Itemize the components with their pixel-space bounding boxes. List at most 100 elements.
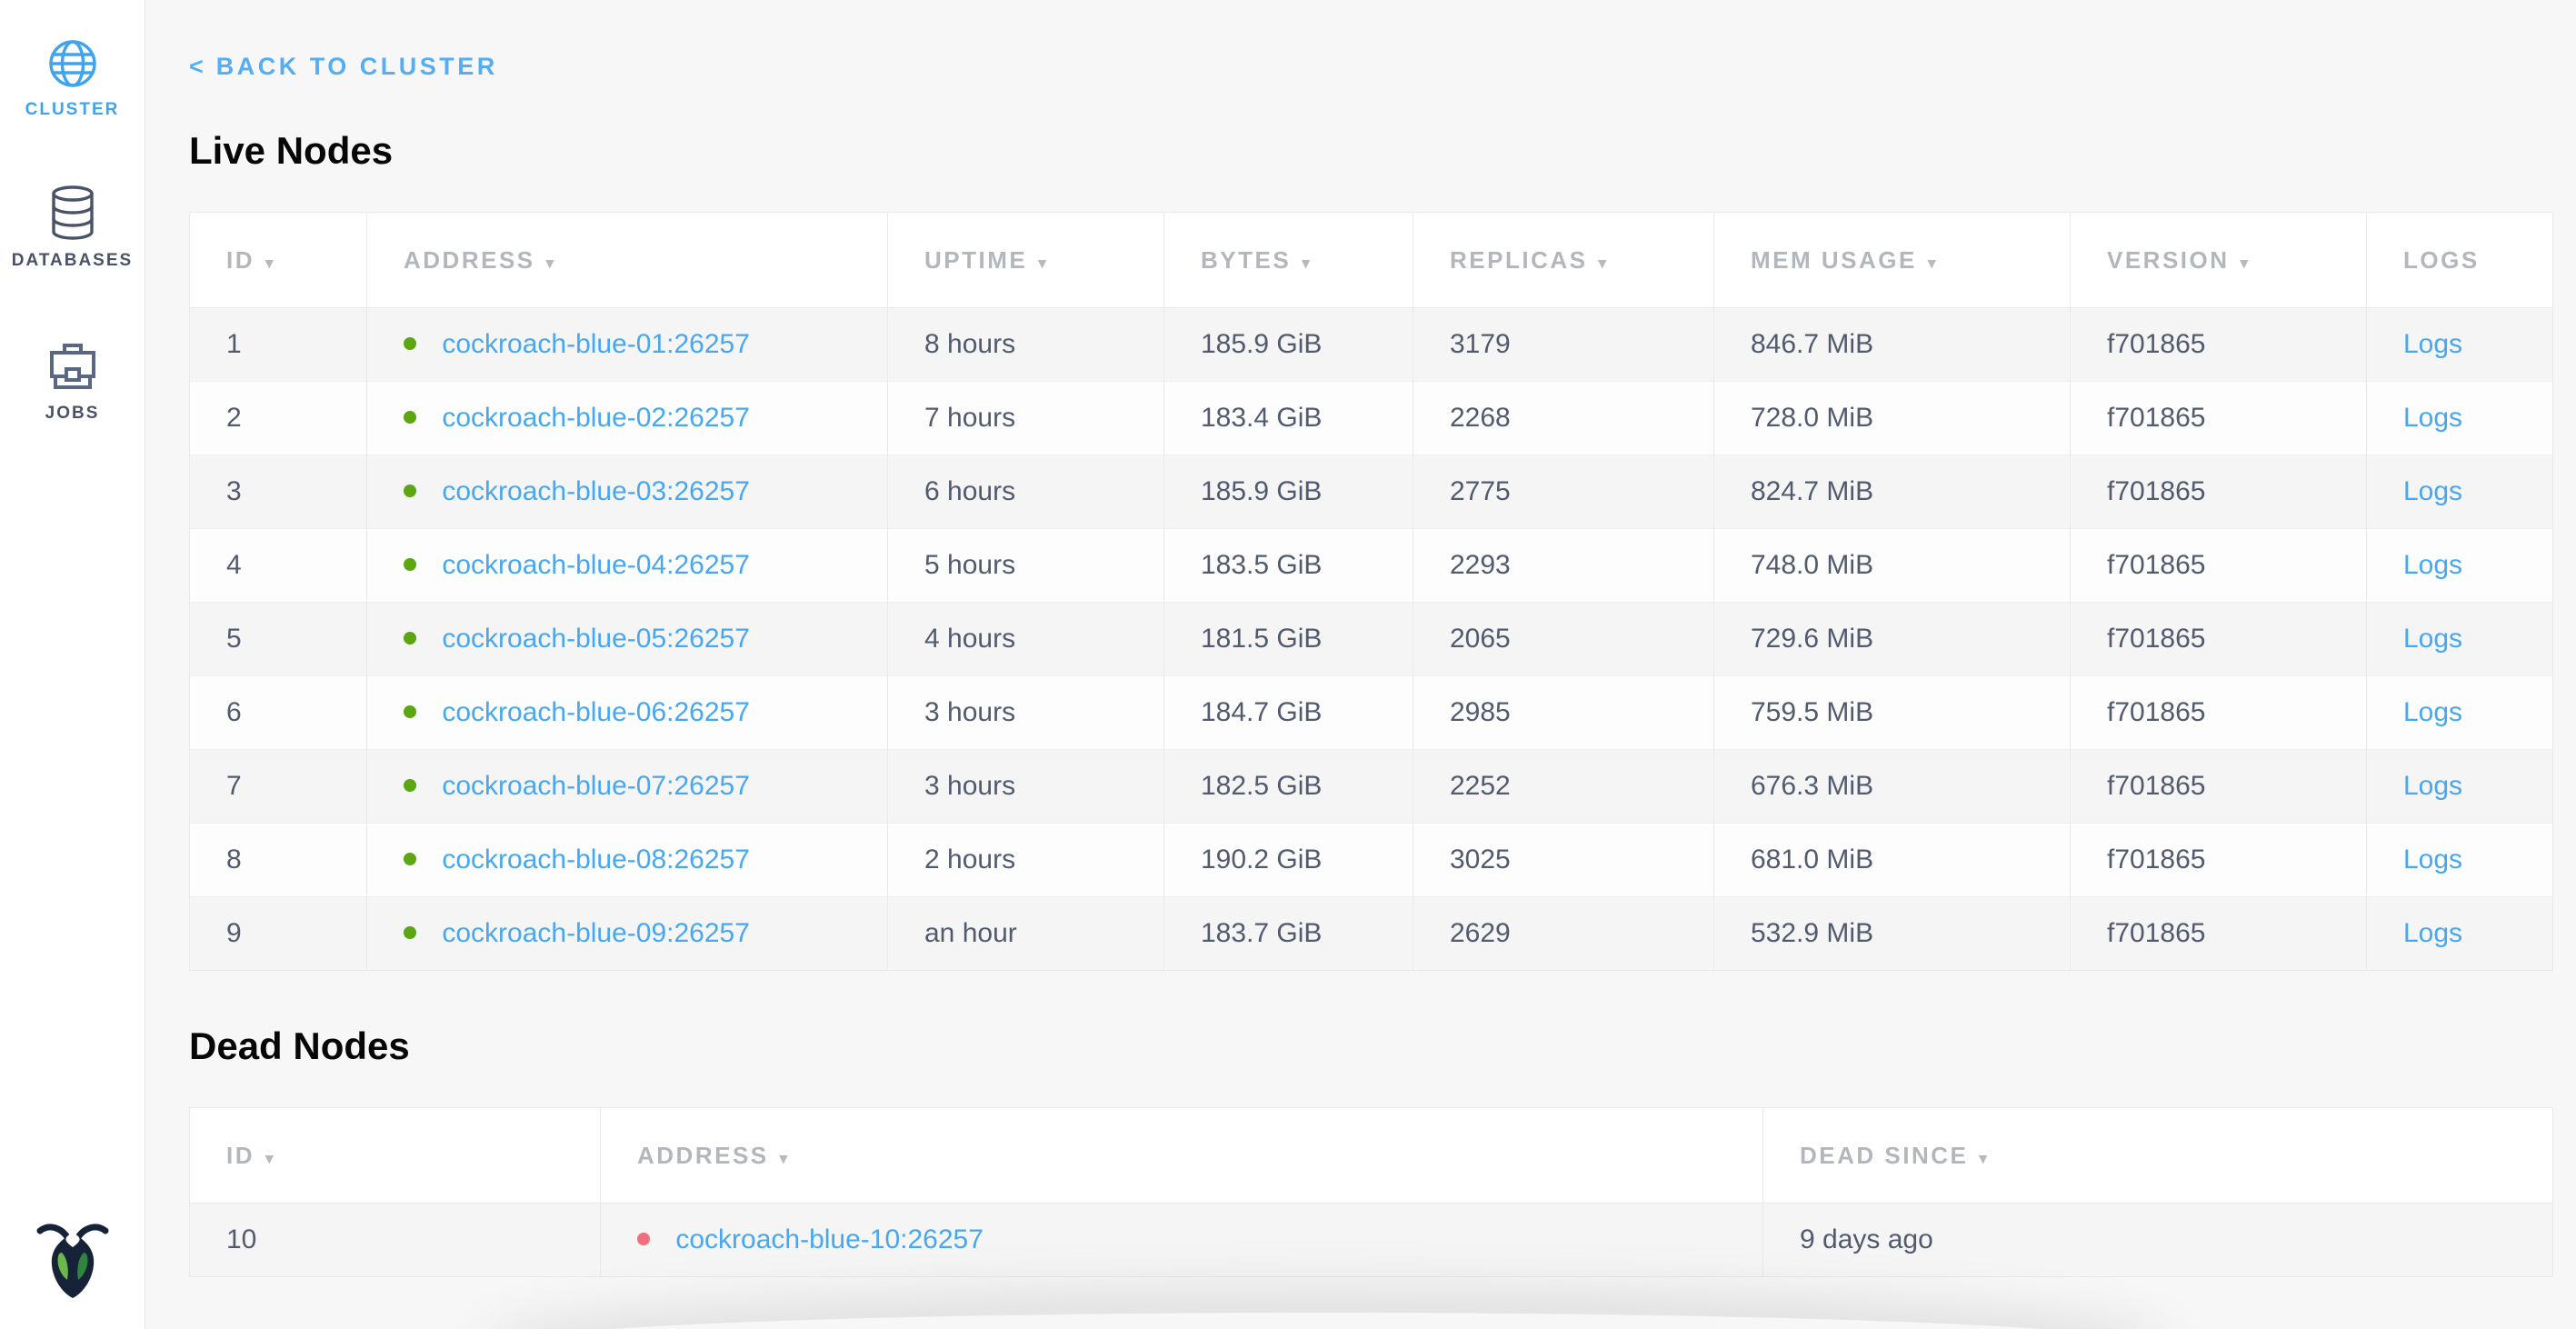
- node-id-cell: 4: [190, 529, 367, 603]
- node-logs-cell: Logs: [2367, 455, 2553, 529]
- node-address-link[interactable]: cockroach-blue-02:26257: [442, 403, 750, 433]
- node-address-cell: cockroach-blue-03:26257: [367, 455, 888, 529]
- node-bytes-cell: 181.5 GiB: [1164, 603, 1413, 676]
- node-logs-link[interactable]: Logs: [2403, 624, 2462, 654]
- column-header-address[interactable]: ADDRESS▾: [367, 213, 888, 308]
- column-header-uptime[interactable]: UPTIME▾: [888, 213, 1164, 308]
- node-address-link[interactable]: cockroach-blue-07:26257: [442, 771, 750, 801]
- sort-arrow-icon: ▾: [265, 255, 275, 272]
- node-logs-link[interactable]: Logs: [2403, 476, 2462, 506]
- node-version-cell: f701865: [2071, 603, 2367, 676]
- database-icon: [50, 185, 95, 240]
- node-mem-usage-cell: 846.7 MiB: [1714, 308, 2071, 382]
- node-uptime-cell: 5 hours: [888, 529, 1164, 603]
- sidebar-item-label: JOBS: [45, 404, 100, 424]
- node-version-cell: f701865: [2071, 382, 2367, 455]
- node-address-link[interactable]: cockroach-blue-08:26257: [442, 844, 750, 874]
- column-header-version[interactable]: VERSION▾: [2071, 213, 2367, 308]
- node-address-cell: cockroach-blue-02:26257: [367, 382, 888, 455]
- node-version-cell: f701865: [2071, 455, 2367, 529]
- node-replicas-cell: 2775: [1413, 455, 1714, 529]
- sidebar-item-cluster[interactable]: CLUSTER: [0, 0, 145, 120]
- node-logs-link[interactable]: Logs: [2403, 771, 2462, 801]
- main-content: <BACK TO CLUSTER Live Nodes ID▾ ADDRESS▾…: [145, 0, 2576, 1277]
- node-id-cell: 3: [190, 455, 367, 529]
- node-logs-link[interactable]: Logs: [2403, 403, 2462, 433]
- node-logs-cell: Logs: [2367, 529, 2553, 603]
- column-header-dead-since[interactable]: DEAD SINCE▾: [1763, 1108, 2553, 1204]
- column-header-id[interactable]: ID▾: [190, 213, 367, 308]
- node-logs-cell: Logs: [2367, 308, 2553, 382]
- node-logs-link[interactable]: Logs: [2403, 697, 2462, 727]
- live-nodes-title: Live Nodes: [189, 132, 2576, 170]
- node-address-cell: cockroach-blue-06:26257: [367, 676, 888, 750]
- node-id-cell: 1: [190, 308, 367, 382]
- back-link-label: BACK TO CLUSTER: [216, 53, 498, 80]
- column-header-id[interactable]: ID▾: [190, 1108, 601, 1204]
- node-logs-link[interactable]: Logs: [2403, 844, 2462, 874]
- node-live-status-dot: [404, 853, 416, 865]
- node-logs-link[interactable]: Logs: [2403, 918, 2462, 948]
- node-replicas-cell: 2065: [1413, 603, 1714, 676]
- sort-arrow-icon: ▾: [1928, 255, 1938, 272]
- back-to-cluster-link[interactable]: <BACK TO CLUSTER: [189, 53, 498, 81]
- node-live-status-dot: [404, 779, 416, 792]
- node-address-link[interactable]: cockroach-blue-04:26257: [442, 550, 750, 580]
- node-address-link[interactable]: cockroach-blue-01:26257: [442, 329, 750, 359]
- sidebar-item-databases[interactable]: DATABASES: [0, 120, 145, 271]
- node-uptime-cell: an hour: [888, 897, 1164, 971]
- live-node-row: 9 cockroach-blue-09:26257 an hour 183.7 …: [190, 897, 2553, 971]
- node-address-link[interactable]: cockroach-blue-06:26257: [442, 697, 750, 727]
- live-node-row: 4 cockroach-blue-04:26257 5 hours 183.5 …: [190, 529, 2553, 603]
- node-mem-usage-cell: 681.0 MiB: [1714, 824, 2071, 897]
- column-header-address[interactable]: ADDRESS▾: [601, 1108, 1763, 1204]
- live-node-row: 8 cockroach-blue-08:26257 2 hours 190.2 …: [190, 824, 2553, 897]
- column-header-replicas[interactable]: REPLICAS▾: [1413, 213, 1714, 308]
- column-header-mem-usage[interactable]: MEM USAGE▾: [1714, 213, 2071, 308]
- node-uptime-cell: 6 hours: [888, 455, 1164, 529]
- node-uptime-cell: 3 hours: [888, 750, 1164, 824]
- sort-arrow-icon: ▾: [1302, 255, 1312, 272]
- node-bytes-cell: 183.7 GiB: [1164, 897, 1413, 971]
- node-address-link[interactable]: cockroach-blue-09:26257: [442, 918, 750, 948]
- sidebar-item-jobs[interactable]: JOBS: [0, 271, 145, 424]
- dead-nodes-table: ID▾ ADDRESS▾ DEAD SINCE▾ 10 cockroach-bl…: [189, 1107, 2553, 1277]
- node-bytes-cell: 190.2 GiB: [1164, 824, 1413, 897]
- sort-arrow-icon: ▾: [1598, 255, 1608, 272]
- node-version-cell: f701865: [2071, 676, 2367, 750]
- node-logs-link[interactable]: Logs: [2403, 550, 2462, 580]
- node-address-link[interactable]: cockroach-blue-03:26257: [442, 476, 750, 506]
- sort-arrow-icon: ▾: [546, 255, 556, 272]
- node-live-status-dot: [404, 632, 416, 645]
- live-nodes-header-row: ID▾ ADDRESS▾ UPTIME▾ BYTES▾ REPLICAS▾ ME…: [190, 213, 2553, 308]
- sort-arrow-icon: ▾: [1038, 255, 1048, 272]
- node-uptime-cell: 7 hours: [888, 382, 1164, 455]
- node-replicas-cell: 2293: [1413, 529, 1714, 603]
- node-live-status-dot: [404, 337, 416, 350]
- live-node-row: 5 cockroach-blue-05:26257 4 hours 181.5 …: [190, 603, 2553, 676]
- node-replicas-cell: 2268: [1413, 382, 1714, 455]
- node-address-link[interactable]: cockroach-blue-10:26257: [675, 1224, 983, 1254]
- node-id-cell: 2: [190, 382, 367, 455]
- node-uptime-cell: 2 hours: [888, 824, 1164, 897]
- live-node-row: 2 cockroach-blue-02:26257 7 hours 183.4 …: [190, 382, 2553, 455]
- node-address-link[interactable]: cockroach-blue-05:26257: [442, 624, 750, 654]
- node-logs-cell: Logs: [2367, 750, 2553, 824]
- node-uptime-cell: 3 hours: [888, 676, 1164, 750]
- node-mem-usage-cell: 728.0 MiB: [1714, 382, 2071, 455]
- node-mem-usage-cell: 748.0 MiB: [1714, 529, 2071, 603]
- column-header-bytes[interactable]: BYTES▾: [1164, 213, 1413, 308]
- sidebar-item-label: CLUSTER: [25, 100, 120, 120]
- sort-arrow-icon: ▾: [780, 1150, 790, 1167]
- live-nodes-table: ID▾ ADDRESS▾ UPTIME▾ BYTES▾ REPLICAS▾ ME…: [189, 212, 2553, 971]
- node-uptime-cell: 8 hours: [888, 308, 1164, 382]
- node-logs-link[interactable]: Logs: [2403, 329, 2462, 359]
- live-node-row: 7 cockroach-blue-07:26257 3 hours 182.5 …: [190, 750, 2553, 824]
- live-node-row: 3 cockroach-blue-03:26257 6 hours 185.9 …: [190, 455, 2553, 529]
- node-logs-cell: Logs: [2367, 824, 2553, 897]
- node-id-cell: 8: [190, 824, 367, 897]
- sidebar: CLUSTER DATABASES JOBS: [0, 0, 145, 1329]
- node-bytes-cell: 184.7 GiB: [1164, 676, 1413, 750]
- sidebar-item-label: DATABASES: [12, 251, 133, 271]
- node-mem-usage-cell: 759.5 MiB: [1714, 676, 2071, 750]
